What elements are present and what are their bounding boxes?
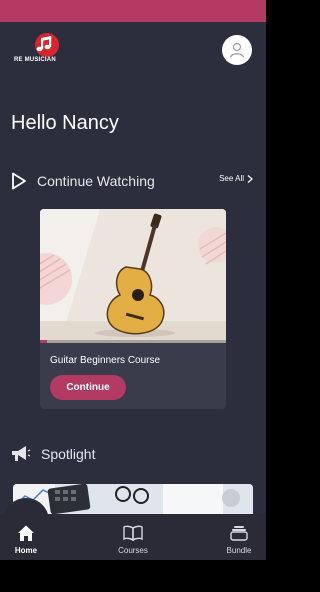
spotlight-header: Spotlight [11,443,255,465]
course-card[interactable]: Guitar Beginners Course Continue [40,209,226,409]
user-icon [229,42,245,58]
logo-music-icon [35,33,59,57]
chevron-right-icon [247,174,253,183]
nav-courses[interactable]: Courses [112,514,154,560]
bottom-navigation: Home Courses Bundle [0,514,266,560]
spotlight-title: Spotlight [41,446,96,462]
app-logo[interactable]: RE MUSICIAN [14,32,62,68]
book-icon [123,525,143,541]
see-all-label: See All [219,174,244,183]
home-icon [18,525,34,541]
nav-home[interactable]: Home [6,514,46,560]
greeting-text: Hello Nancy [11,112,119,134]
see-all-link[interactable]: See All [219,174,253,183]
nav-bundle[interactable]: Bundle [220,514,258,560]
progress-fill [40,340,48,343]
course-thumbnail [40,209,226,343]
status-bar [0,0,266,22]
profile-avatar[interactable] [222,35,252,65]
megaphone-icon [12,446,31,461]
continue-watching-header: Continue Watching See All [11,170,255,192]
continue-button[interactable]: Continue [50,375,126,400]
logo-text: RE MUSICIAN [14,57,56,63]
progress-track [40,340,226,343]
app-header: RE MUSICIAN [0,22,266,80]
play-outline-icon [12,172,26,190]
system-navigation-bar [0,560,266,592]
app-screen: { "app": { "logo_text": "RE MUSICIAN", "… [0,0,266,592]
nav-home-label: Home [14,546,38,555]
course-title: Guitar Beginners Course [50,355,161,366]
nav-bundle-label: Bundle [226,546,252,555]
nav-courses-label: Courses [118,546,148,555]
stack-icon [230,526,248,541]
continue-watching-title: Continue Watching [37,173,155,189]
guitar-image [40,209,226,343]
